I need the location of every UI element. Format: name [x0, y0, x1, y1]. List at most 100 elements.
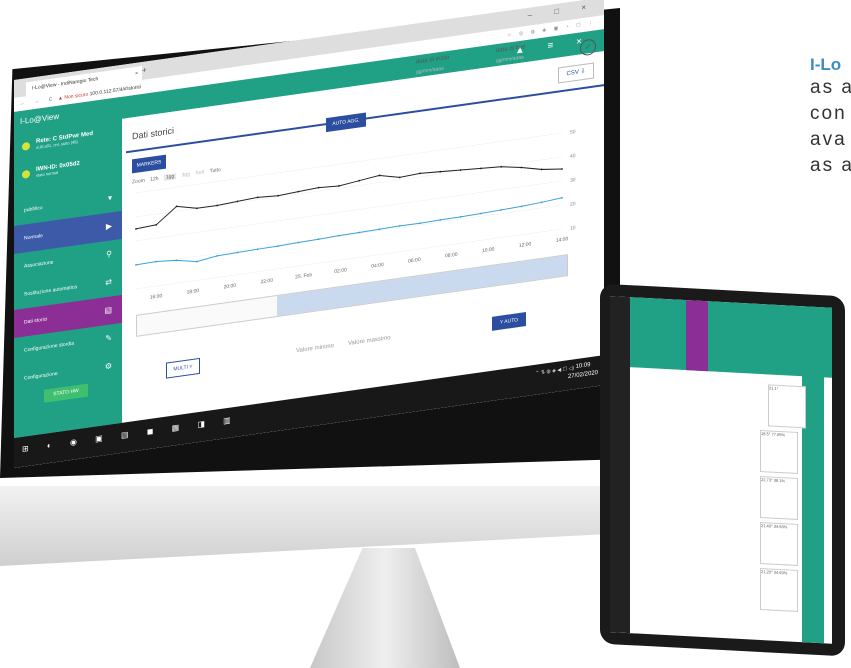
data-point: [135, 263, 137, 266]
monitor-stand: [310, 548, 460, 668]
sidebar-item-label: Configurazione: [24, 370, 58, 382]
tablet-card[interactable]: 22.73° 38.1%: [760, 475, 798, 520]
data-point: [439, 219, 442, 221]
x-tick-label: 06:00: [408, 257, 421, 265]
data-point: [256, 248, 259, 251]
data-point: [256, 196, 259, 199]
tablet-card[interactable]: 21.20° 34.93%: [760, 567, 798, 612]
tablet-sidebar: [802, 306, 824, 644]
security-warning: ▲ Non sicuro: [58, 91, 89, 102]
csv-download-button[interactable]: CSV ⇩: [558, 62, 594, 84]
clock-time: 10:09: [575, 361, 591, 371]
x-tick-label: 12:00: [519, 241, 532, 249]
data-point: [459, 169, 462, 171]
tablet-device: 21.1° 18.5° 77.05% 22.73° 38.1% 21.40° 3…: [600, 283, 845, 657]
data-point: [520, 166, 523, 169]
data-point: [317, 186, 320, 189]
zoom-sett[interactable]: Sett: [195, 169, 204, 176]
data-point: [337, 185, 340, 187]
sidebar-item-label: Configurazione stordia: [24, 340, 75, 354]
data-point: [155, 260, 158, 263]
tablet-card[interactable]: 21.1°: [768, 384, 806, 429]
series-line-1: [135, 197, 563, 266]
data-point: [540, 168, 543, 171]
promo-line-1: as a: [810, 77, 851, 98]
x-tick-label: 14:00: [556, 236, 569, 244]
zoom-12h[interactable]: 12h: [150, 176, 158, 183]
data-point: [236, 200, 239, 203]
data-point: [479, 212, 482, 215]
data-point: [459, 215, 462, 218]
x-tick-label: 08:00: [445, 252, 458, 260]
y-tick-label: 20: [570, 201, 576, 208]
app-title: I-Lo@View: [20, 111, 60, 127]
x-tick-label: 18:00: [187, 288, 200, 296]
y-auto-button[interactable]: Y AUTO: [492, 312, 526, 331]
data-point: [561, 196, 563, 199]
data-point: [195, 207, 198, 210]
promo-line-4: as a: [810, 155, 851, 176]
data-point: [277, 194, 279, 197]
x-tick-label: 22:00: [260, 278, 273, 286]
data-point: [216, 254, 219, 257]
data-point: [500, 165, 503, 168]
sidebar-item-label: Associazione: [24, 259, 54, 270]
new-tab-button[interactable]: +: [142, 65, 147, 75]
x-tick-label: 16:00: [150, 293, 163, 301]
confirm-check-icon[interactable]: ✓: [580, 38, 596, 57]
data-point: [236, 251, 239, 254]
max-value-input[interactable]: Valore massimo: [348, 335, 391, 347]
x-tick-label: 10:00: [482, 246, 495, 254]
data-point: [500, 209, 503, 211]
grid-line: [136, 204, 562, 266]
wifi-icon: [22, 141, 30, 151]
location-icon: ⚲: [106, 249, 112, 260]
user-label: pubblico: [24, 204, 43, 214]
promo-text: I-Lo as a con ava as a: [810, 55, 851, 179]
x-tick-label: 20:00: [224, 283, 237, 291]
y-tick-label: 30: [570, 177, 576, 184]
markers-button[interactable]: MARKERS: [132, 154, 166, 174]
x-tick-label: 02:00: [334, 267, 347, 275]
data-point: [175, 259, 178, 262]
page-title: Dati storici: [132, 125, 175, 142]
sidebar-item-label: Sostituzione automatica: [24, 284, 78, 298]
data-point: [135, 227, 137, 230]
tab-close-icon[interactable]: ×: [135, 67, 138, 81]
data-point: [398, 224, 401, 227]
tablet-screen: 21.1° 18.5° 77.05% 22.73° 38.1% 21.40° 3…: [610, 296, 832, 644]
tablet-menu-bar: [610, 296, 832, 378]
tablet-card[interactable]: 21.40° 34.93%: [760, 521, 798, 566]
x-tick-label: 25. Feb: [295, 272, 312, 280]
y-tick-label: 10: [570, 225, 576, 232]
tablet-menu-active[interactable]: [686, 300, 708, 372]
zoom-3gg[interactable]: 3gg: [182, 171, 190, 178]
x-tick-label: 04:00: [371, 262, 384, 270]
data-point: [195, 260, 198, 263]
tablet-card[interactable]: 18.5° 77.05%: [760, 429, 798, 474]
data-point: [155, 223, 158, 226]
zoom-label: Zoom: [132, 177, 145, 186]
check-icon: [22, 169, 30, 179]
data-point: [520, 205, 523, 208]
data-point: [419, 222, 421, 225]
data-point: [277, 245, 279, 248]
data-point: [297, 241, 300, 244]
sidebar: I-Lo@View Rete: C StdPwr Med uU0:a01, cn…: [14, 96, 122, 438]
promo-line-3: ava: [810, 129, 847, 150]
data-point: [561, 168, 563, 170]
zoom-1gg[interactable]: 1gg: [163, 173, 177, 181]
auto-agg-button[interactable]: AUTO AGG.: [326, 112, 366, 133]
min-value-input[interactable]: Valore minimo: [296, 343, 334, 354]
swap-icon: ⇄: [105, 277, 112, 288]
multi-y-button[interactable]: MULTI Y: [166, 357, 200, 379]
series-line-0: [135, 166, 563, 230]
data-point: [358, 179, 361, 182]
data-point: [175, 205, 178, 208]
edit-icon: ✎: [105, 333, 112, 344]
data-point: [439, 170, 442, 173]
zoom-tutto[interactable]: Tutto: [210, 167, 221, 175]
data-point: [398, 176, 401, 179]
data-point: [317, 238, 320, 241]
desktop-monitor: I-Lo@View - IndiNaregio Tech × + – □ × ←…: [0, 0, 620, 668]
